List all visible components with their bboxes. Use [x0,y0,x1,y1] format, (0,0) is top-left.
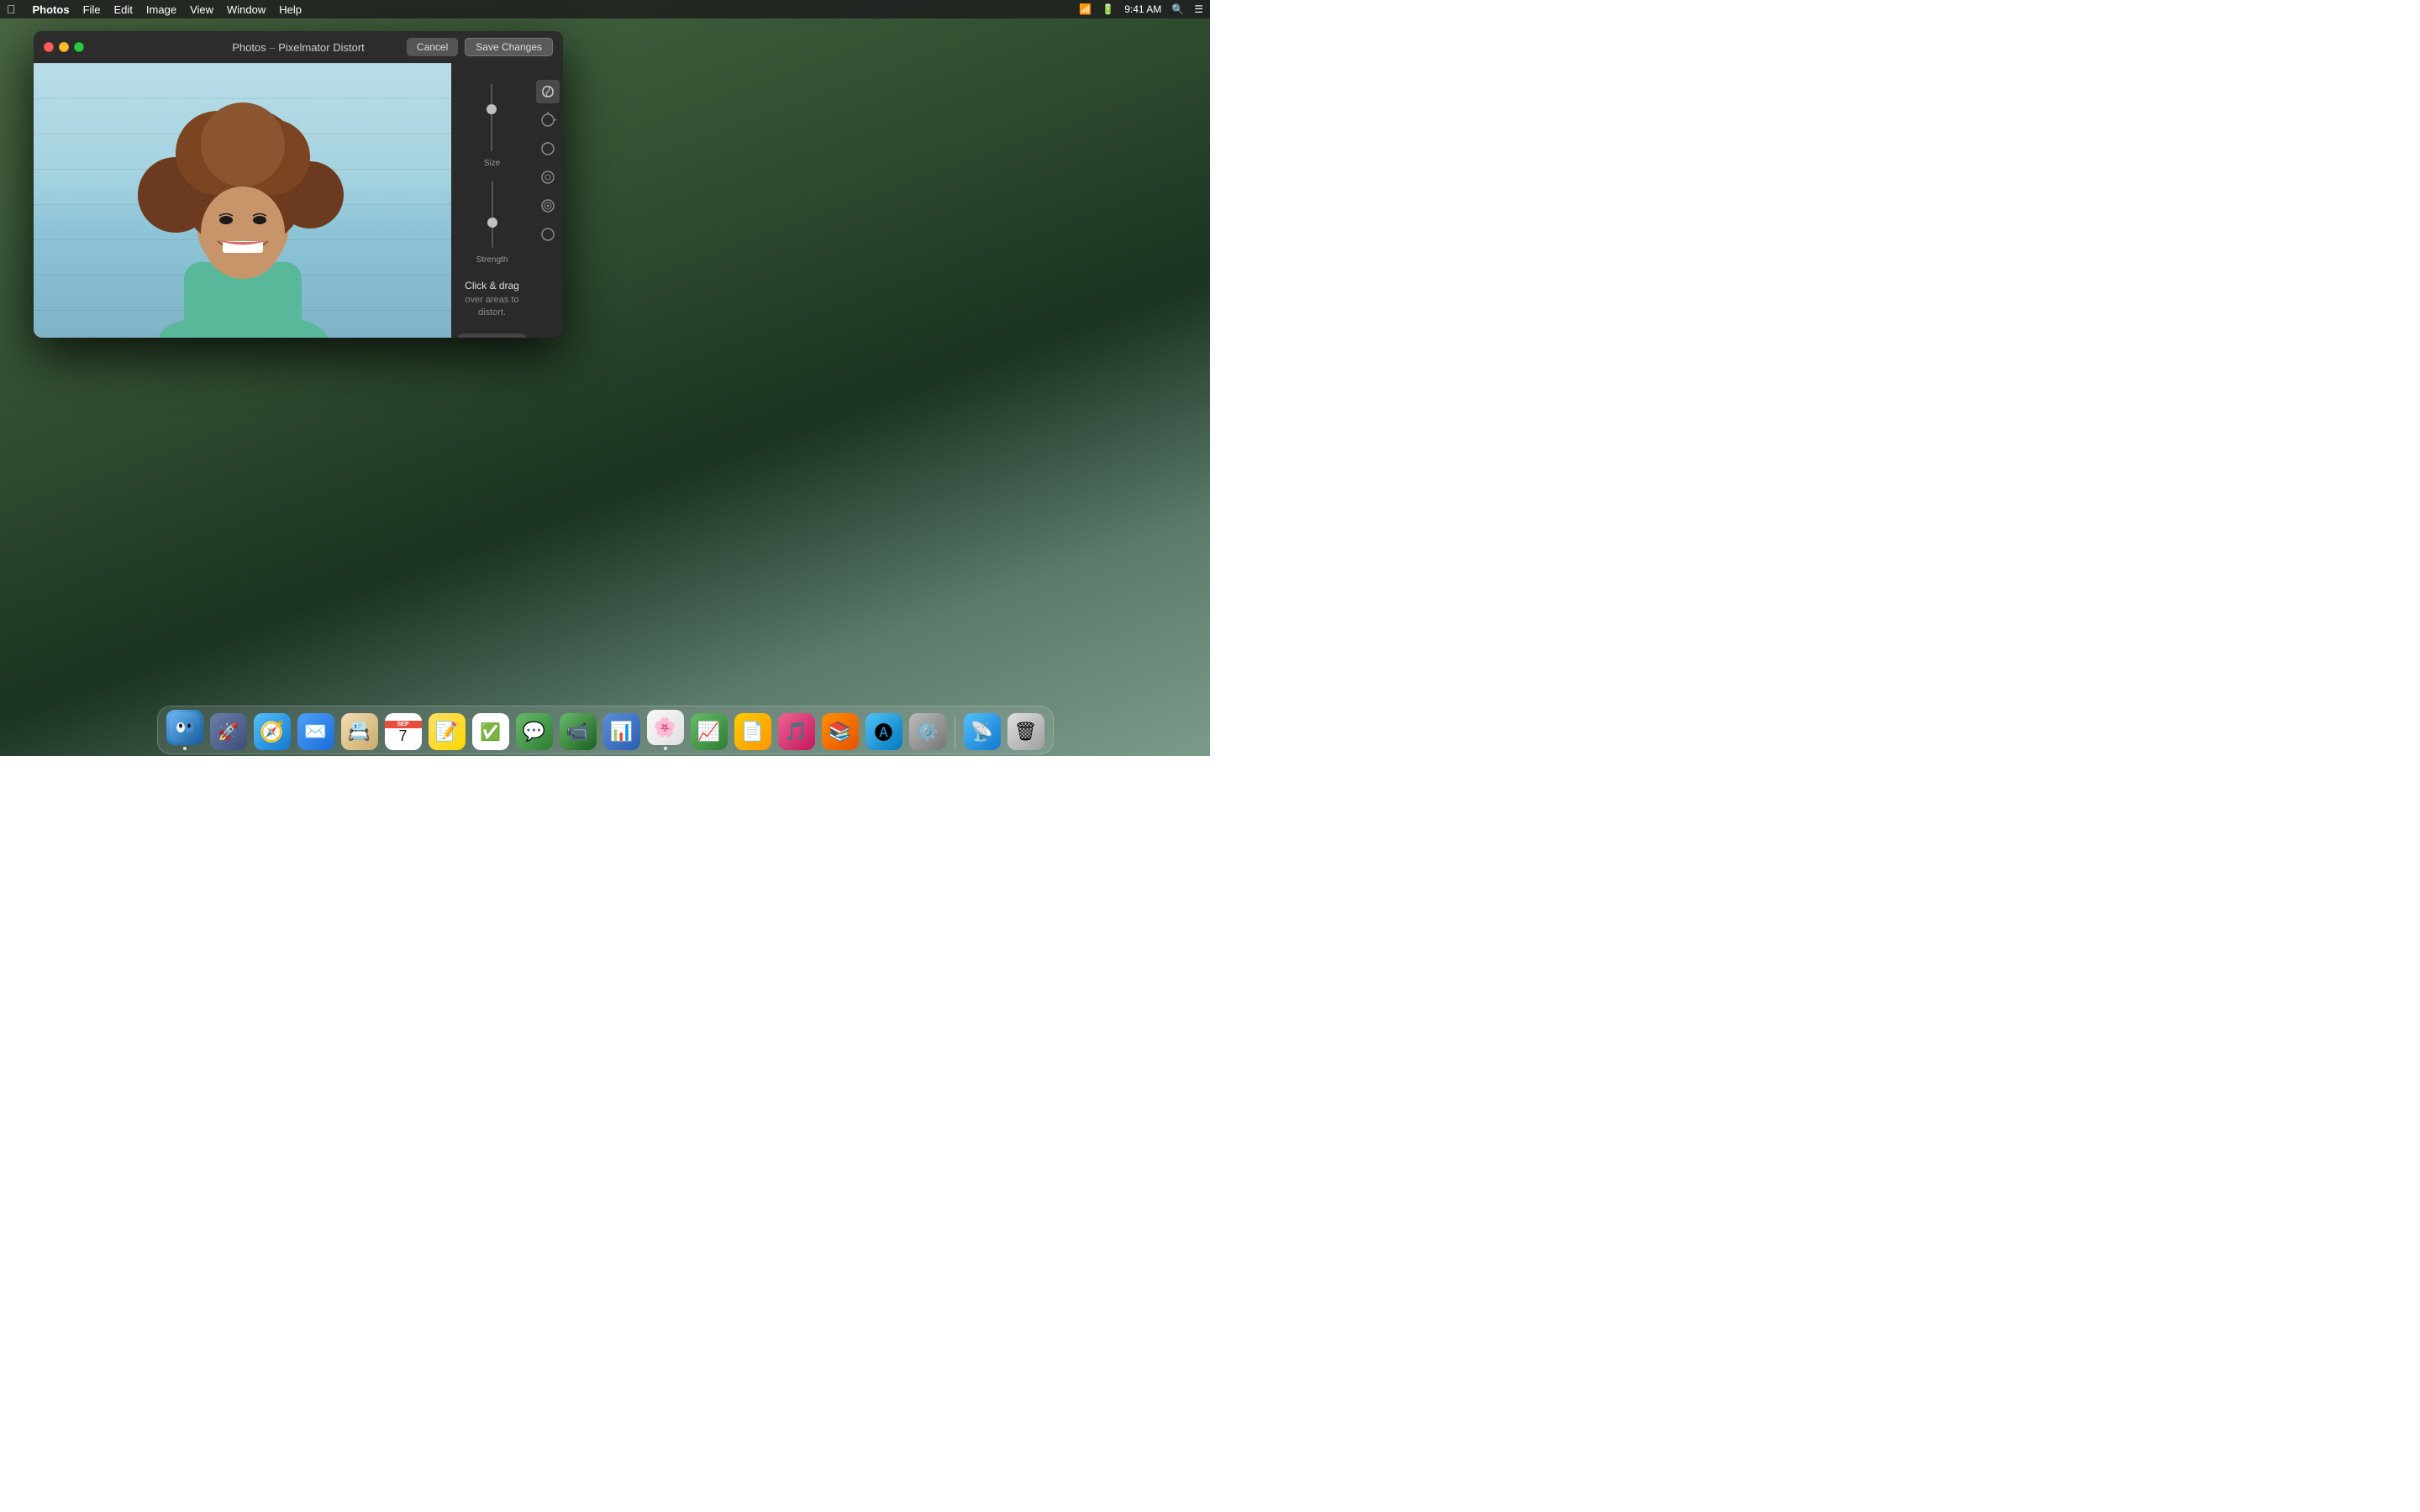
dock-item-syspref[interactable]: ⚙️ [908,710,948,750]
syspref-icon: ⚙️ [909,713,946,750]
title-bar-buttons: Cancel Save Changes [407,38,553,56]
pages-icon: 📄 [734,713,771,750]
strength-label: Strength [476,255,508,265]
dock-item-numbers[interactable]: 📈 [689,710,729,750]
dock-item-keynote[interactable]: 📊 [602,710,642,750]
keynote-icon: 📊 [603,713,640,750]
instructions: Click & drag over areas to distort. [451,273,533,327]
airdrop-icon: 📡 [964,713,1001,750]
sidebar-sliders: Size Strength [451,71,533,329]
dock-item-calendar[interactable]: SEP 7 [383,710,424,750]
dock-item-airdrop[interactable]: 📡 [962,710,1002,750]
twirl-ccw-tool-icon[interactable] [536,137,560,160]
maximize-button[interactable] [74,42,84,52]
appstore-icon: 🅐 [865,713,902,750]
facetime-icon: 📹 [560,713,597,750]
finder-dot [183,747,187,750]
app-window: Photos – Pixelmator Distort Cancel Save … [34,31,563,338]
dock-item-facetime[interactable]: 📹 [558,710,598,750]
size-slider-track[interactable] [491,80,492,155]
sidebar: Size Strength [451,63,563,338]
menubar-image[interactable]: Image [146,3,176,16]
pinch-tool-icon[interactable] [536,165,560,189]
cancel-button[interactable]: Cancel [407,38,458,56]
dock-item-launchpad[interactable]: 🚀 [208,710,249,750]
dock-item-appstore[interactable]: 🅐 [864,710,904,750]
bloat-tool-icon[interactable] [536,194,560,218]
window-title: Photos – Pixelmator Distort [232,41,365,54]
menubar-help[interactable]: Help [279,3,302,16]
instructions-primary: Click & drag [461,280,523,291]
messages-icon: 💬 [516,713,553,750]
numbers-icon: 📈 [691,713,728,750]
contacts-icon: 📇 [341,713,378,750]
control-icon[interactable]: ☰ [1194,3,1203,15]
person-photo [108,94,377,338]
reset-button[interactable]: Reset [458,333,526,338]
window-content: Size Strength [34,63,563,338]
minimize-button[interactable] [59,42,69,52]
dock-item-books[interactable]: 📚 [820,710,860,750]
safari-icon: 🧭 [254,713,291,750]
menubar:  Photos File Edit Image View Window Hel… [0,0,1210,18]
strength-slider-thumb[interactable] [487,218,497,228]
restore-tool-icon[interactable] [536,223,560,246]
dock-item-contacts[interactable]: 📇 [339,710,380,750]
instructions-secondary: over areas to distort. [461,294,523,320]
sidebar-tools [533,71,563,329]
menubar-app-name[interactable]: Photos [33,3,70,16]
music-icon: 🎵 [778,713,815,750]
dock: 🚀 🧭 ✉️ 📇 SEP 7 📝 ✅ [157,706,1054,754]
desktop:  Photos File Edit Image View Window Hel… [0,0,1210,756]
dock-item-trash[interactable]: 🗑 [1006,710,1046,750]
menubar-window[interactable]: Window [227,3,266,16]
close-button[interactable] [44,42,54,52]
reminders-icon: ✅ [472,713,509,750]
dock-item-pages[interactable]: 📄 [733,710,773,750]
search-icon[interactable]: 🔍 [1171,3,1184,15]
wifi-icon: 📶 [1079,3,1092,15]
trash-icon: 🗑 [1007,713,1044,750]
twirl-cw-tool-icon[interactable] [536,108,560,132]
menubar-file[interactable]: File [83,3,101,16]
clock: 9:41 AM [1124,3,1161,15]
dock-item-finder[interactable] [165,710,205,750]
size-label: Size [484,159,500,168]
size-slider-thumb[interactable] [487,104,497,114]
dock-item-photos[interactable]: 🌸 [645,710,686,750]
dock-item-messages[interactable]: 💬 [514,710,555,750]
finder-icon [166,710,203,745]
dock-item-safari[interactable]: 🧭 [252,710,292,750]
save-changes-button[interactable]: Save Changes [465,38,553,56]
photos-dot [664,747,667,750]
photo-area[interactable] [34,63,451,338]
dock-container: 🚀 🧭 ✉️ 📇 SEP 7 📝 ✅ [0,706,1210,756]
apple-menu[interactable]:  [7,3,16,16]
menubar-edit[interactable]: Edit [114,3,133,16]
dock-item-reminders[interactable]: ✅ [471,710,511,750]
books-icon: 📚 [822,713,859,750]
notes-icon: 📝 [429,713,466,750]
dock-item-notes[interactable]: 📝 [427,710,467,750]
title-bar: Photos – Pixelmator Distort Cancel Save … [34,31,563,63]
strength-slider-track[interactable] [492,176,493,252]
launchpad-icon: 🚀 [210,713,247,750]
photos-icon: 🌸 [647,710,684,745]
warp-tool-icon[interactable] [536,80,560,103]
dock-item-mail[interactable]: ✉️ [296,710,336,750]
menubar-view[interactable]: View [190,3,213,16]
calendar-icon: SEP 7 [385,713,422,750]
traffic-lights [44,42,84,52]
battery-icon: 🔋 [1102,3,1114,15]
dock-item-music[interactable]: 🎵 [776,710,817,750]
mail-icon: ✉️ [297,713,334,750]
strength-slider-group: Strength [476,176,508,265]
size-slider-group: Size [484,80,500,168]
